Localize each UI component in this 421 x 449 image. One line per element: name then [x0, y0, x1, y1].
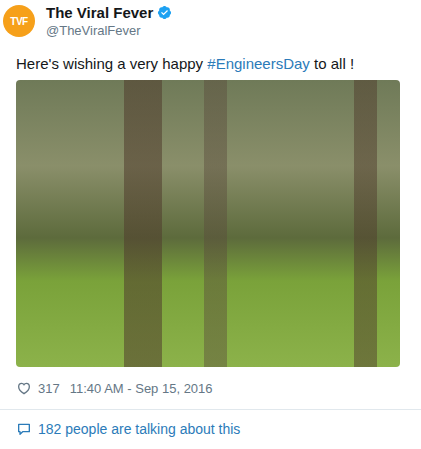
timestamp[interactable]: 11:40 AM - Sep 15, 2016 — [70, 381, 213, 396]
tweet-photo[interactable] — [16, 80, 400, 367]
account-name[interactable]: The Viral Fever — [46, 3, 153, 22]
conversation-link[interactable]: 182 people are talking about this — [0, 410, 421, 438]
divider — [0, 409, 421, 410]
conversation-text[interactable]: 182 people are talking about this — [38, 421, 240, 437]
account-names: The Viral Fever@TheViralFever — [46, 3, 172, 39]
tweet-text-part: to all ! — [310, 55, 354, 72]
name-row: The Viral Fever — [46, 3, 172, 22]
like-count[interactable]: 317 — [38, 381, 60, 396]
tweet-stats: 317 11:40 AM - Sep 15, 2016 — [0, 367, 421, 397]
hashtag-link[interactable]: #EngineersDay — [207, 55, 310, 72]
verified-icon — [157, 5, 172, 20]
tweet-text-part: Here's wishing a very happy — [16, 55, 207, 72]
heart-icon — [16, 380, 32, 396]
tweet-header: TVF The Viral Fever@TheViralFever — [0, 0, 421, 39]
account-handle[interactable]: @TheViralFever — [46, 22, 172, 39]
speech-bubble-icon — [16, 421, 32, 437]
tweet-text: Here's wishing a very happy #EngineersDa… — [0, 39, 421, 74]
avatar[interactable]: TVF — [3, 5, 35, 37]
tweet-card: TVFThe Viral Fever@TheViralFeverHere's w… — [0, 0, 421, 449]
